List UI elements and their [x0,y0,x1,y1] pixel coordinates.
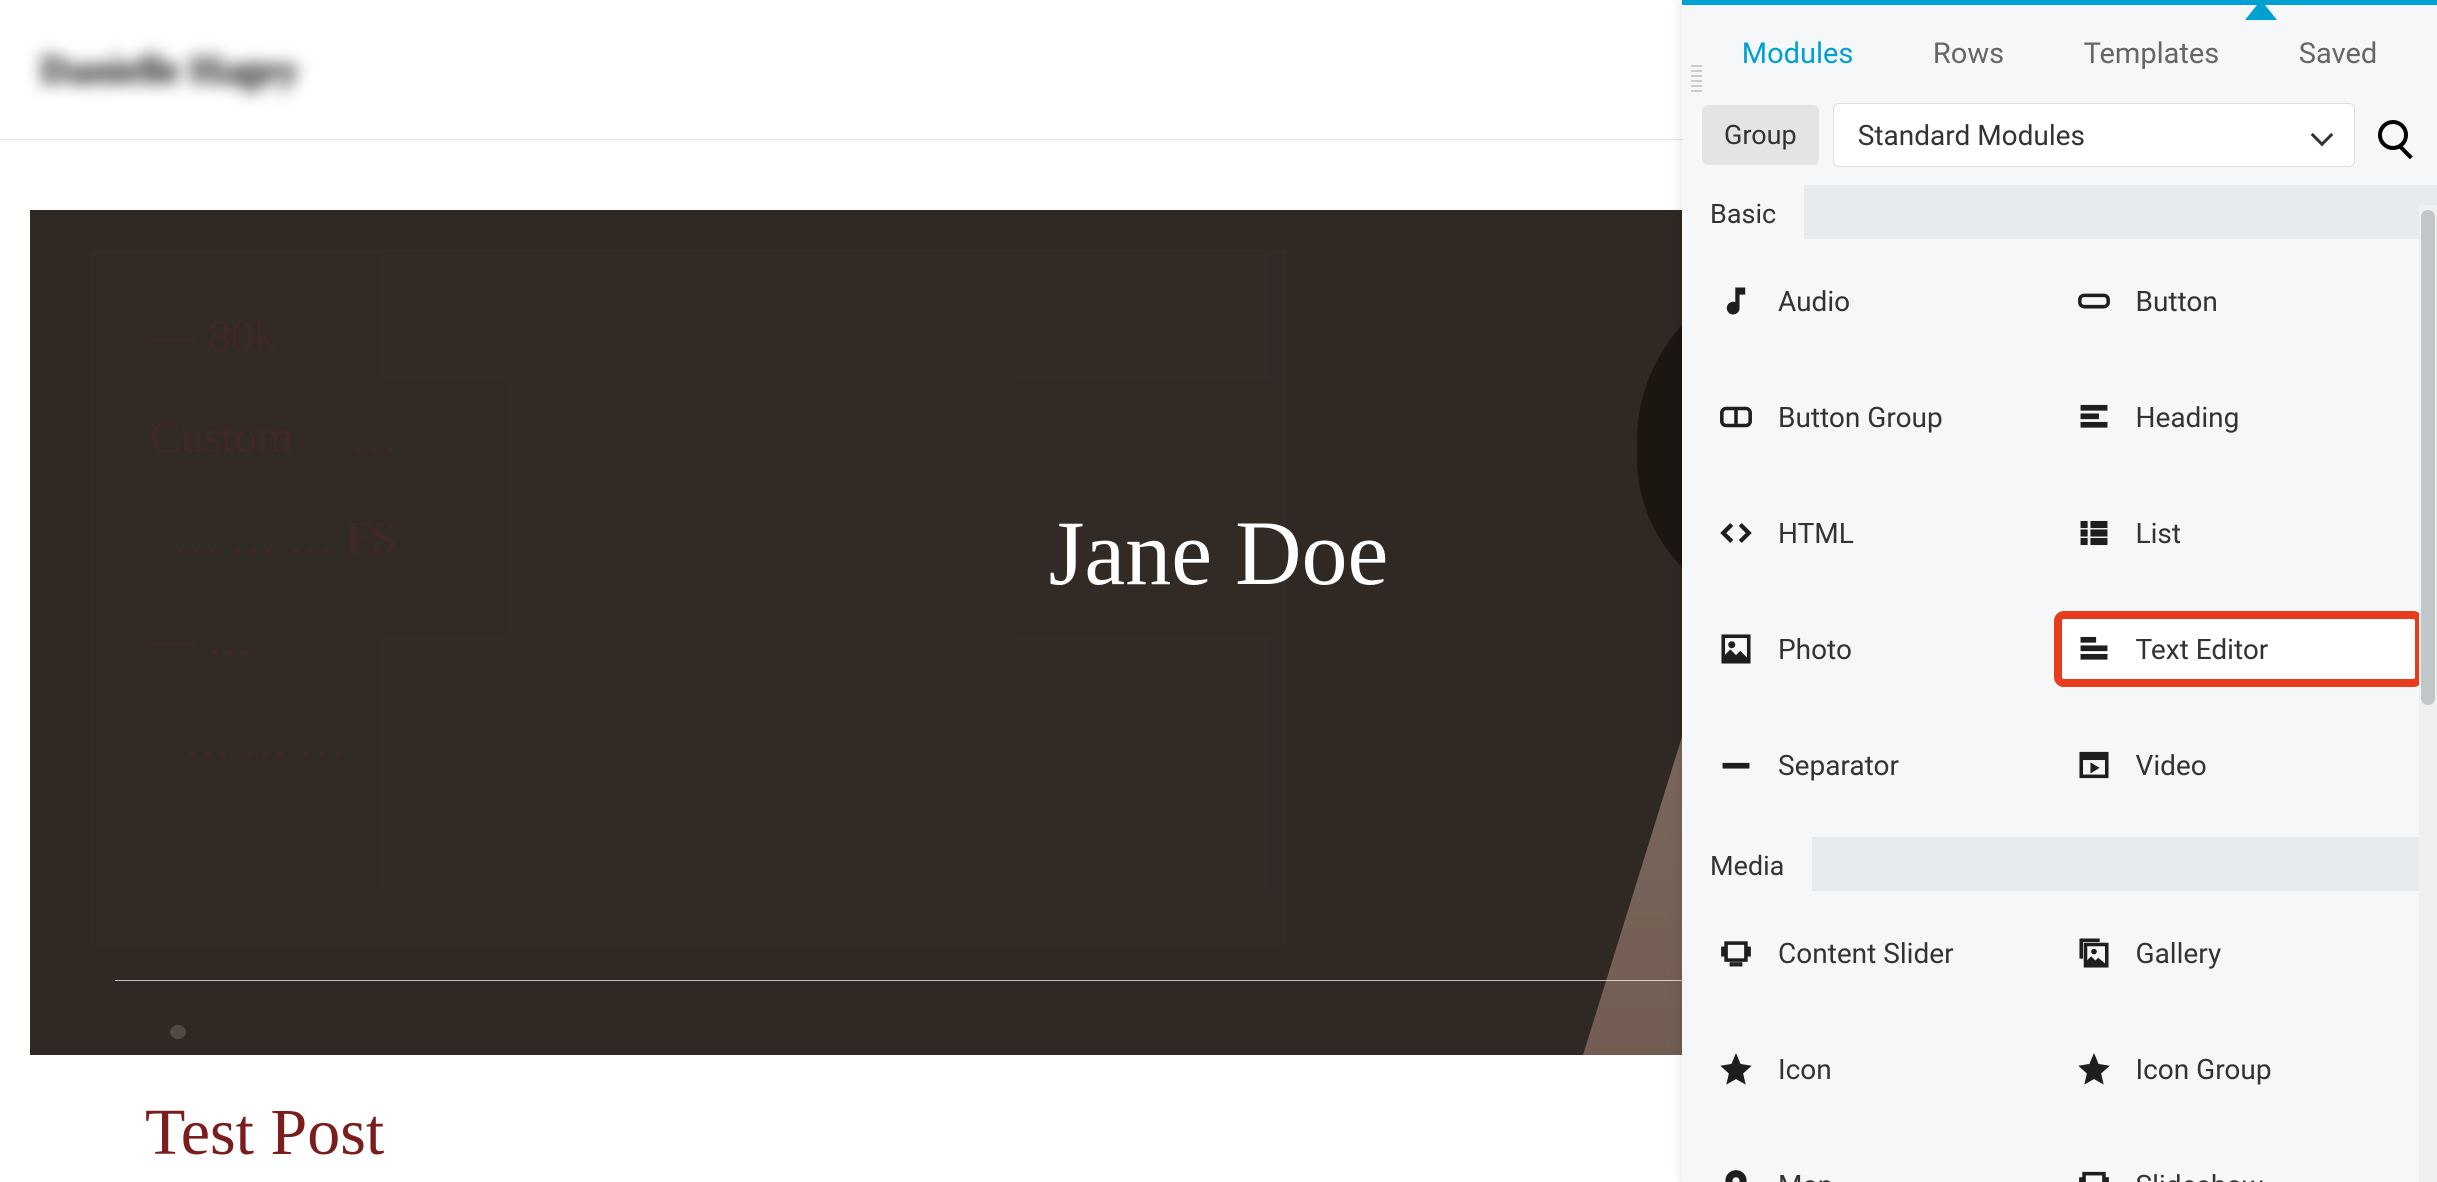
dropdown-label: Standard Modules [1858,119,2085,152]
section-media-header: Media [1682,837,2437,891]
module-audio[interactable]: Audio [1702,269,2060,333]
heading-icon [2076,399,2112,435]
module-label: Map [1778,1169,1833,1182]
tab-saved[interactable]: Saved [2299,37,2377,71]
module-button[interactable]: Button [2060,269,2418,333]
module-label: Icon [1778,1053,1832,1086]
tab-rows[interactable]: Rows [1933,37,2004,71]
module-video[interactable]: Video [2060,733,2418,797]
module-group-dropdown[interactable]: Standard Modules [1833,103,2355,167]
module-heading[interactable]: Heading [2060,385,2418,449]
module-map[interactable]: Map [1702,1153,2060,1182]
module-label: Slideshow [2136,1169,2264,1182]
html-icon [1718,515,1754,551]
section-basic-header: Basic [1682,185,2437,239]
panel-drag-handle[interactable] [1691,65,1702,93]
tab-modules[interactable]: Modules [1742,37,1854,71]
module-content-slider[interactable]: Content Slider [1702,921,2060,985]
group-toggle-button[interactable]: Group [1702,105,1819,165]
panel-scroll[interactable]: Basic Audio Button Button Group Heading … [1682,185,2437,1182]
module-label: List [2136,517,2182,550]
module-icon-group[interactable]: Icon Group [2060,1037,2418,1101]
module-label: Video [2136,749,2207,782]
module-list[interactable]: List [2060,501,2418,565]
module-label: Icon Group [2136,1053,2272,1086]
star-icon [1718,1051,1754,1087]
list-icon [2076,515,2112,551]
site-brand[interactable]: Danielle Hagey [40,46,299,93]
panel-caret-icon [2245,0,2277,20]
gallery-icon [2076,935,2112,971]
builder-panel: Modules Rows Templates Saved Group Stand… [1682,0,2437,1182]
module-label: Button [2136,285,2218,318]
star-icon [2076,1051,2112,1087]
module-html[interactable]: HTML [1702,501,2060,565]
module-label: Separator [1778,749,1899,782]
module-button-group[interactable]: Button Group [1702,385,2060,449]
video-icon [2076,747,2112,783]
module-photo[interactable]: Photo [1702,617,2060,681]
module-label: Photo [1778,633,1852,666]
photo-icon [1718,631,1754,667]
section-basic-label: Basic [1682,185,1804,239]
scrollbar-thumb[interactable] [2421,210,2435,705]
audio-icon [1718,283,1754,319]
button-icon [2076,283,2112,319]
chevron-down-icon [2311,124,2334,147]
slideshow-icon [2076,1167,2112,1182]
post-title[interactable]: Test Post [145,1095,384,1171]
module-label: Button Group [1778,401,1943,434]
module-label: Audio [1778,285,1850,318]
module-label: HTML [1778,517,1854,550]
module-slideshow[interactable]: Slideshow [2060,1153,2418,1182]
module-label: Heading [2136,401,2240,434]
module-label: Content Slider [1778,937,1954,970]
section-media-label: Media [1682,837,1812,891]
module-icon[interactable]: Icon [1702,1037,2060,1101]
button-group-icon [1718,399,1754,435]
panel-tabs: Modules Rows Templates Saved [1682,5,2437,103]
module-label: Gallery [2136,937,2222,970]
search-button[interactable] [2369,111,2417,159]
separator-icon [1718,747,1754,783]
map-pin-icon [1718,1167,1754,1182]
panel-controls: Group Standard Modules [1682,103,2437,185]
module-separator[interactable]: Separator [1702,733,2060,797]
module-label: Text Editor [2136,633,2269,666]
module-text-editor[interactable]: Text Editor [2060,617,2418,681]
content-slider-icon [1718,935,1754,971]
module-gallery[interactable]: Gallery [2060,921,2418,985]
search-icon [2378,120,2408,150]
tab-templates[interactable]: Templates [2084,37,2220,71]
text-editor-icon [2076,631,2112,667]
